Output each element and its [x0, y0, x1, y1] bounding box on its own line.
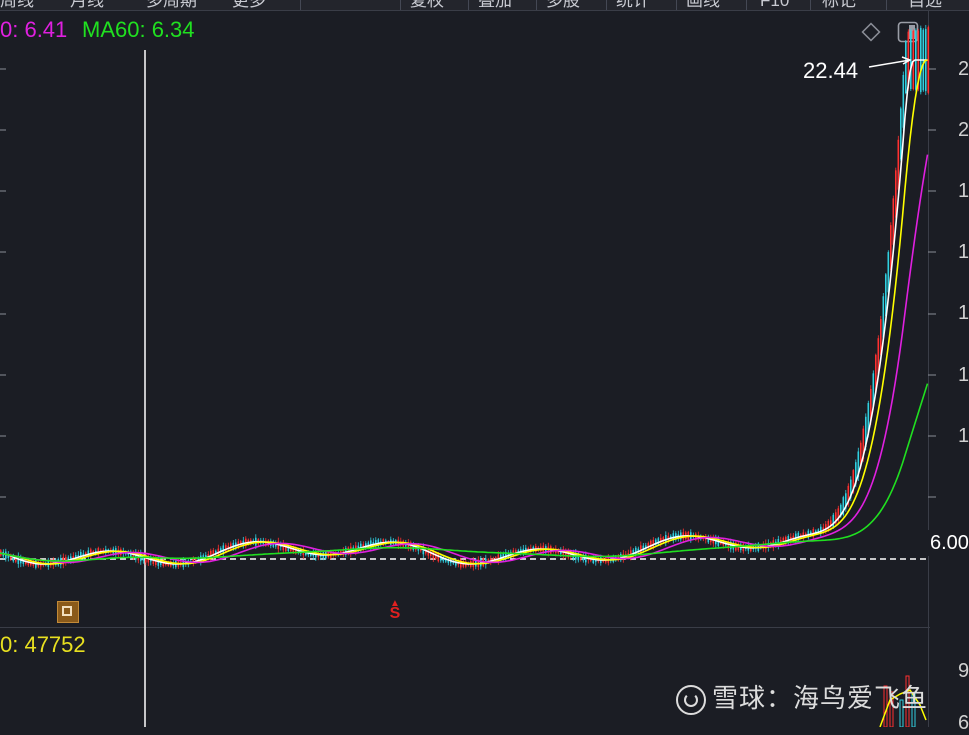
- ma20-line: [0, 154, 929, 564]
- watermark: 雪球：海鸟爱飞鱼: [676, 678, 928, 716]
- snowball-logo-icon: [676, 685, 706, 716]
- volume-axis-label: 60: [958, 712, 969, 734]
- price-chart: [0, 24, 936, 727]
- volume-indicator: 0: 47752: [0, 632, 86, 657]
- candlestick-series: [0, 24, 930, 571]
- sell-signal-marker[interactable]: ▲ S: [387, 599, 403, 622]
- peak-price-label: 22.44: [803, 58, 859, 83]
- ma10-line: [0, 59, 928, 565]
- volume-axis-label: 90: [958, 660, 969, 682]
- current-price-flag: 6.00: [928, 530, 969, 556]
- event-marker-icon[interactable]: [57, 601, 79, 623]
- ma5-line: [0, 59, 928, 565]
